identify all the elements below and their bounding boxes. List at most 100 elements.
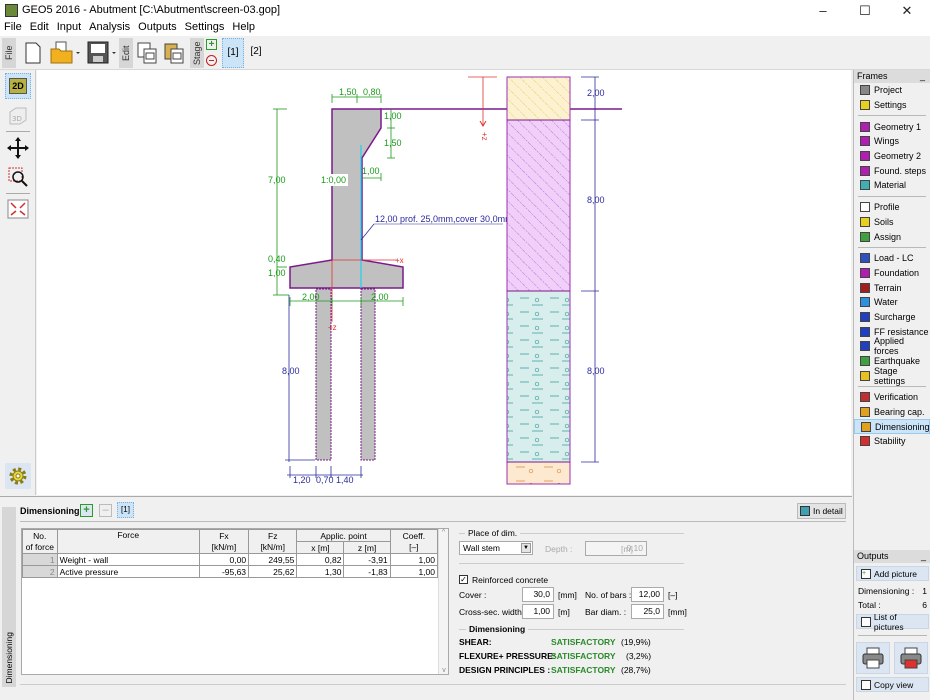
stage-tab-1[interactable]: [1] <box>222 38 244 68</box>
copy-view-button[interactable]: Copy view <box>856 677 929 692</box>
frame-item-geometry-1[interactable]: Geometry 1 <box>854 119 930 134</box>
menu-file[interactable]: File <box>0 21 26 34</box>
frame-item-geometry-2[interactable]: Geometry 2 <box>854 149 930 164</box>
remove-analysis-button[interactable]: – <box>99 504 112 517</box>
frame-item-water[interactable]: Water <box>854 295 930 310</box>
menu-analysis[interactable]: Analysis <box>85 21 134 34</box>
separator <box>858 115 926 117</box>
open-file-button[interactable] <box>48 38 82 68</box>
cell-fz[interactable]: 249,55 <box>248 553 298 566</box>
stage-tab-2[interactable]: [2] <box>246 38 266 68</box>
frame-item-label: Terrain <box>874 282 902 293</box>
cell-fz[interactable]: 25,62 <box>248 565 298 578</box>
cover-input[interactable]: 30,0 <box>522 587 554 602</box>
zoom-window-button[interactable] <box>5 164 31 190</box>
pile-right[interactable] <box>360 288 376 461</box>
bars-input[interactable]: 12,00 <box>631 587 664 602</box>
chevron-down-icon: ▼ <box>521 543 531 553</box>
close-button[interactable]: ✕ <box>886 0 928 21</box>
place-of-dim-select[interactable]: Wall stem ▼ <box>459 541 533 555</box>
cell-x[interactable]: 1,30 <box>296 565 345 578</box>
cell-z[interactable]: -3,91 <box>343 553 391 566</box>
print-button[interactable] <box>856 642 890 674</box>
menu-outputs[interactable]: Outputs <box>134 21 181 34</box>
frame-item-project[interactable]: Project <box>854 83 930 98</box>
new-file-button[interactable] <box>20 38 46 68</box>
cell-force[interactable]: Weight - wall <box>56 553 200 566</box>
frame-item-bearing-cap[interactable]: Bearing cap. <box>854 405 930 420</box>
paste-button[interactable] <box>162 38 186 68</box>
reinforced-concrete-checkbox[interactable]: ✓ <box>459 575 468 584</box>
leader-line <box>360 223 375 241</box>
menu-help[interactable]: Help <box>228 21 259 34</box>
fit-view-button[interactable] <box>5 196 31 222</box>
print-pdf-button[interactable] <box>894 642 928 674</box>
cell-coeff[interactable]: 1,00 <box>389 565 439 578</box>
cell-fx[interactable]: -95,63 <box>198 565 250 578</box>
cell-coeff[interactable]: 1,00 <box>389 553 439 566</box>
soil-profile[interactable] <box>506 76 571 485</box>
add-picture-button[interactable]: + Add picture <box>856 566 929 581</box>
settings-button[interactable] <box>5 463 31 489</box>
outputs-header: Outputs _ <box>854 550 930 563</box>
add-stage-button[interactable]: + <box>206 39 217 50</box>
frame-item-dimensioning[interactable]: Dimensioning <box>854 419 930 435</box>
frame-item-terrain[interactable]: Terrain <box>854 280 930 295</box>
title-bar: GEO5 2016 - Abutment [C:\Abutment\screen… <box>0 0 930 21</box>
diam-input[interactable]: 25,0 <box>631 604 664 619</box>
frame-item-profile[interactable]: Profile <box>854 200 930 215</box>
separator <box>858 195 926 197</box>
copy-button[interactable] <box>135 38 159 68</box>
width-input[interactable]: 1,00 <box>522 604 554 619</box>
frame-item-settings[interactable]: Settings <box>854 98 930 113</box>
frame-item-stage-settings[interactable]: Stage settings <box>854 366 930 386</box>
profile-dim-2: 8,00 <box>587 195 605 205</box>
table-scrollbar[interactable]: ^ v <box>438 529 448 674</box>
cell-z[interactable]: -1,83 <box>343 565 391 578</box>
frame-item-assign[interactable]: Assign <box>854 229 930 244</box>
save-button[interactable] <box>85 38 119 68</box>
maximize-button[interactable]: ☐ <box>844 0 886 21</box>
table-row[interactable]: 1 Weight - wall 0,00 249,55 0,82 -3,91 1… <box>22 553 439 566</box>
dimensioning-side-tab[interactable]: Dimensioning <box>2 507 16 687</box>
drawing-canvas[interactable]: 12,00 prof. 25,0mm,cover 30,0mm +x +z 1,… <box>37 70 851 495</box>
view-2d-button[interactable]: 2D <box>5 73 31 99</box>
frame-item-verification[interactable]: Verification <box>854 390 930 405</box>
depth-input[interactable]: 0,10 <box>585 541 647 556</box>
menu-settings[interactable]: Settings <box>181 21 229 34</box>
frame-item-label: Water <box>874 297 898 308</box>
in-detail-button[interactable]: In detail <box>797 503 846 519</box>
abutment-wall[interactable] <box>289 108 404 289</box>
cell-fx[interactable]: 0,00 <box>198 553 250 566</box>
cell-force[interactable]: Active pressure <box>56 565 200 578</box>
collapse-frames-button[interactable]: _ <box>920 70 925 83</box>
minimize-button[interactable]: – <box>802 0 844 21</box>
frame-item-soils[interactable]: Soils <box>854 215 930 230</box>
frame-item-material[interactable]: Material <box>854 178 930 193</box>
add-analysis-button[interactable]: + <box>80 504 93 517</box>
cell-x[interactable]: 0,82 <box>296 553 345 566</box>
frame-item-stability[interactable]: Stability <box>854 434 930 449</box>
frame-item-found-steps[interactable]: Found. steps <box>854 163 930 178</box>
view-3d-button[interactable]: 3D <box>5 103 31 129</box>
frames-title: Frames <box>857 71 888 81</box>
table-row[interactable]: 2 Active pressure -95,63 25,62 1,30 -1,8… <box>22 565 439 578</box>
menu-input[interactable]: Input <box>53 21 85 34</box>
edit-group-label: Edit <box>119 38 133 68</box>
frame-item-load-lc[interactable]: Load - LC <box>854 251 930 266</box>
frame-item-label: Project <box>874 85 903 96</box>
analysis-tab-1[interactable]: [1] <box>117 502 134 518</box>
dimensioning-count: 1 <box>922 586 927 596</box>
list-of-pictures-button[interactable]: List of pictures <box>856 612 929 632</box>
frame-item-applied-forces[interactable]: Applied forces <box>854 336 930 356</box>
dimensioning-icon <box>861 421 871 432</box>
pan-button[interactable] <box>5 135 31 161</box>
collapse-outputs-button[interactable]: _ <box>921 550 926 563</box>
frame-item-foundation[interactable]: Foundation <box>854 266 930 281</box>
frame-item-surcharge[interactable]: Surcharge <box>854 310 930 325</box>
remove-stage-button[interactable]: – <box>206 55 217 66</box>
pile-left[interactable] <box>315 288 332 461</box>
separator <box>858 386 926 388</box>
frame-item-wings[interactable]: Wings <box>854 134 930 149</box>
menu-edit[interactable]: Edit <box>26 21 53 34</box>
